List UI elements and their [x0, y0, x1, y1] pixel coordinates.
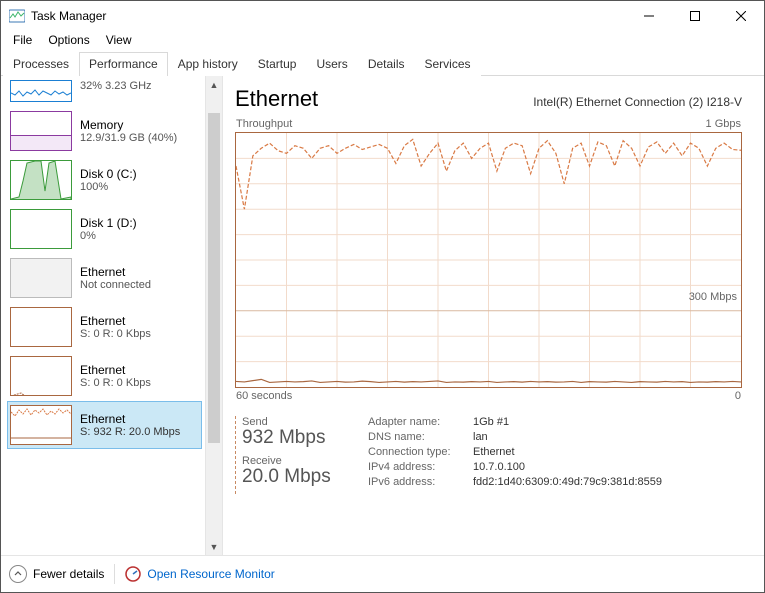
- sidebar-list: 32% 3.23 GHz Memory 12.9/31.9 GB (40%) D…: [1, 76, 205, 555]
- cpu-thumbnail: [10, 80, 72, 102]
- disk0-thumbnail: [10, 160, 72, 200]
- ethernet-disabled-stats: Not connected: [80, 279, 151, 291]
- sidebar-item-ethernet-2[interactable]: Ethernet S: 0 R: 0 Kbps: [7, 352, 202, 400]
- ethernet2-thumbnail: [10, 356, 72, 396]
- ethernet3-stats: S: 932 R: 20.0 Mbps: [80, 426, 180, 438]
- ethernet1-label: Ethernet: [80, 314, 151, 328]
- menu-bar: File Options View: [1, 31, 764, 51]
- dns-v: lan: [473, 431, 488, 443]
- tab-app-history[interactable]: App history: [168, 52, 248, 76]
- ethernet-disabled-thumbnail: [10, 258, 72, 298]
- ethernet3-thumbnail: [10, 405, 72, 445]
- fewer-details-button[interactable]: Fewer details: [9, 565, 104, 583]
- dns-k: DNS name:: [368, 431, 473, 443]
- tab-startup[interactable]: Startup: [248, 52, 307, 76]
- chevron-up-icon: [9, 565, 27, 583]
- memory-stats: 12.9/31.9 GB (40%): [80, 132, 177, 144]
- footer-bar: Fewer details Open Resource Monitor: [1, 556, 764, 592]
- disk1-label: Disk 1 (D:): [80, 216, 137, 230]
- ethernet3-label: Ethernet: [80, 412, 180, 426]
- sidebar-item-ethernet-1[interactable]: Ethernet S: 0 R: 0 Kbps: [7, 303, 202, 351]
- content-area: 32% 3.23 GHz Memory 12.9/31.9 GB (40%) D…: [1, 76, 764, 556]
- adapter-v: 1Gb #1: [473, 416, 509, 428]
- window-controls: [626, 1, 764, 30]
- menu-file[interactable]: File: [5, 31, 40, 49]
- tab-strip: Processes Performance App history Startu…: [1, 51, 764, 76]
- ipv4-v: 10.7.0.100: [473, 461, 525, 473]
- stats-right: Adapter name:1Gb #1 DNS name:lan Connect…: [368, 416, 662, 494]
- ethernet-disabled-label: Ethernet: [80, 265, 151, 279]
- chart-x-end: 0: [735, 390, 741, 402]
- sidebar-item-memory[interactable]: Memory 12.9/31.9 GB (40%): [7, 107, 202, 155]
- sidebar-item-ethernet-disabled[interactable]: Ethernet Not connected: [7, 254, 202, 302]
- scroll-down-icon[interactable]: ▼: [206, 538, 222, 555]
- ipv6-k: IPv6 address:: [368, 476, 473, 488]
- detail-pane: Ethernet Intel(R) Ethernet Connection (2…: [223, 76, 764, 555]
- conn-k: Connection type:: [368, 446, 473, 458]
- close-button[interactable]: [718, 1, 764, 31]
- sidebar-item-ethernet-3[interactable]: Ethernet S: 932 R: 20.0 Mbps: [7, 401, 202, 449]
- adapter-k: Adapter name:: [368, 416, 473, 428]
- tab-services[interactable]: Services: [415, 52, 481, 76]
- task-manager-icon: [9, 8, 25, 24]
- threshold-label: 300 Mbps: [689, 291, 737, 303]
- pane-title: Ethernet: [235, 86, 318, 112]
- tab-processes[interactable]: Processes: [3, 52, 79, 76]
- menu-options[interactable]: Options: [40, 31, 97, 49]
- cpu-stats: 32% 3.23 GHz: [80, 80, 152, 92]
- chart-top-labels: Throughput 1 Gbps: [235, 118, 742, 130]
- scroll-track[interactable]: [206, 93, 222, 538]
- chart-x-start: 60 seconds: [236, 390, 292, 402]
- memory-label: Memory: [80, 118, 177, 132]
- conn-v: Ethernet: [473, 446, 515, 458]
- open-resource-monitor-link[interactable]: Open Resource Monitor: [125, 566, 274, 582]
- ethernet2-label: Ethernet: [80, 363, 151, 377]
- receive-value: 20.0 Mbps: [242, 467, 340, 488]
- chart-label-throughput: Throughput: [236, 118, 292, 130]
- chart-svg: [236, 133, 741, 387]
- fewer-details-label: Fewer details: [33, 567, 104, 581]
- menu-view[interactable]: View: [98, 31, 140, 49]
- tab-users[interactable]: Users: [306, 52, 357, 76]
- minimize-button[interactable]: [626, 1, 672, 31]
- ethernet2-stats: S: 0 R: 0 Kbps: [80, 377, 151, 389]
- ethernet1-thumbnail: [10, 307, 72, 347]
- stats-left: Send 932 Mbps Receive 20.0 Mbps: [235, 416, 340, 494]
- ipv6-v: fdd2:1d40:6309:0:49d:79c9:381d:8559: [473, 476, 662, 488]
- stats-block: Send 932 Mbps Receive 20.0 Mbps Adapter …: [235, 416, 742, 494]
- memory-thumbnail: [10, 111, 72, 151]
- resource-monitor-label: Open Resource Monitor: [147, 567, 274, 581]
- disk1-thumbnail: [10, 209, 72, 249]
- tab-details[interactable]: Details: [358, 52, 415, 76]
- sidebar-scrollbar[interactable]: ▲ ▼: [205, 76, 222, 555]
- chart-bottom-labels: 60 seconds 0: [235, 390, 742, 402]
- tab-performance[interactable]: Performance: [79, 52, 168, 76]
- disk1-stats: 0%: [80, 230, 137, 242]
- sidebar-item-cpu[interactable]: 32% 3.23 GHz: [7, 79, 202, 106]
- window-title: Task Manager: [31, 9, 626, 23]
- title-bar: Task Manager: [1, 1, 764, 31]
- pane-header: Ethernet Intel(R) Ethernet Connection (2…: [235, 86, 742, 112]
- scroll-thumb[interactable]: [208, 113, 220, 443]
- ethernet1-stats: S: 0 R: 0 Kbps: [80, 328, 151, 340]
- throughput-chart: 300 Mbps: [235, 132, 742, 388]
- send-value: 932 Mbps: [242, 428, 340, 449]
- resource-monitor-icon: [125, 566, 141, 582]
- performance-sidebar: 32% 3.23 GHz Memory 12.9/31.9 GB (40%) D…: [1, 76, 223, 555]
- sidebar-item-disk0[interactable]: Disk 0 (C:) 100%: [7, 156, 202, 204]
- disk0-stats: 100%: [80, 181, 137, 193]
- pane-adapter-name: Intel(R) Ethernet Connection (2) I218-V: [533, 95, 742, 109]
- scroll-up-icon[interactable]: ▲: [206, 76, 222, 93]
- sidebar-item-disk1[interactable]: Disk 1 (D:) 0%: [7, 205, 202, 253]
- ipv4-k: IPv4 address:: [368, 461, 473, 473]
- chart-label-max: 1 Gbps: [706, 118, 741, 130]
- disk0-label: Disk 0 (C:): [80, 167, 137, 181]
- footer-separator: [114, 564, 115, 584]
- maximize-button[interactable]: [672, 1, 718, 31]
